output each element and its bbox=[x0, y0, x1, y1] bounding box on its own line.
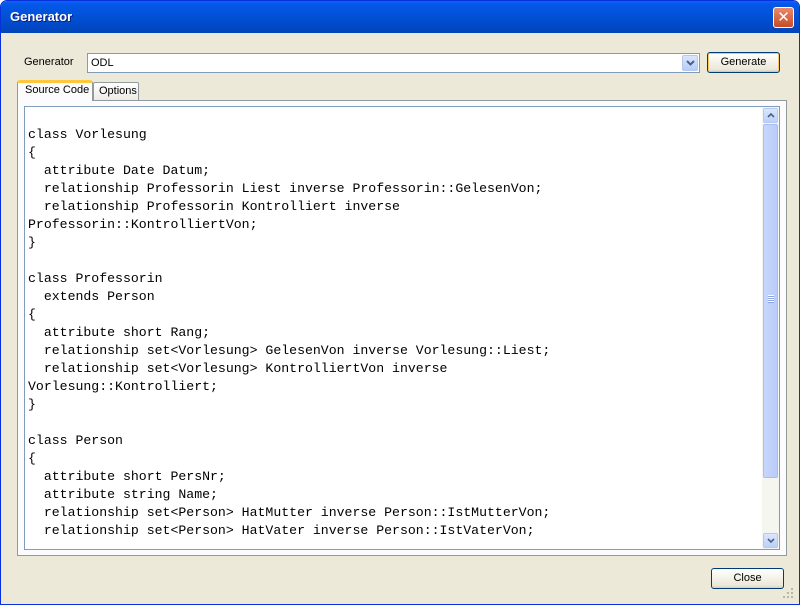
tab-source-code-label: Source Code bbox=[25, 84, 90, 96]
window-title: Generator bbox=[10, 9, 73, 24]
source-code-textarea[interactable]: class Vorlesung { attribute Date Datum; … bbox=[24, 106, 780, 550]
arrow-up-icon[interactable] bbox=[763, 108, 778, 123]
size-grip-icon[interactable] bbox=[782, 587, 794, 599]
source-code-text: class Vorlesung { attribute Date Datum; … bbox=[28, 127, 551, 538]
dialog-body: Generator ODL Generate Source Code Optio… bbox=[4, 33, 796, 601]
arrow-down-icon[interactable] bbox=[763, 533, 778, 548]
close-icon[interactable]: ✕ bbox=[773, 7, 794, 28]
generator-select-value: ODL bbox=[91, 57, 114, 69]
generator-window: Generator ✕ Generator ODL Generate Sourc… bbox=[0, 0, 800, 605]
vertical-scrollbar[interactable] bbox=[762, 107, 779, 549]
tab-options[interactable]: Options bbox=[93, 82, 139, 100]
generate-button[interactable]: Generate bbox=[707, 52, 780, 73]
source-code-panel: class Vorlesung { attribute Date Datum; … bbox=[17, 100, 787, 556]
scrollbar-thumb[interactable] bbox=[763, 124, 778, 478]
generator-select[interactable]: ODL bbox=[87, 53, 700, 73]
close-button[interactable]: Close bbox=[711, 568, 784, 589]
generator-label: Generator bbox=[24, 56, 74, 68]
tab-options-label: Options bbox=[99, 85, 137, 97]
title-bar[interactable]: Generator ✕ bbox=[1, 1, 799, 33]
grip-icon bbox=[768, 295, 774, 303]
tab-source-code[interactable]: Source Code bbox=[17, 80, 93, 101]
chevron-down-icon[interactable] bbox=[682, 55, 698, 71]
